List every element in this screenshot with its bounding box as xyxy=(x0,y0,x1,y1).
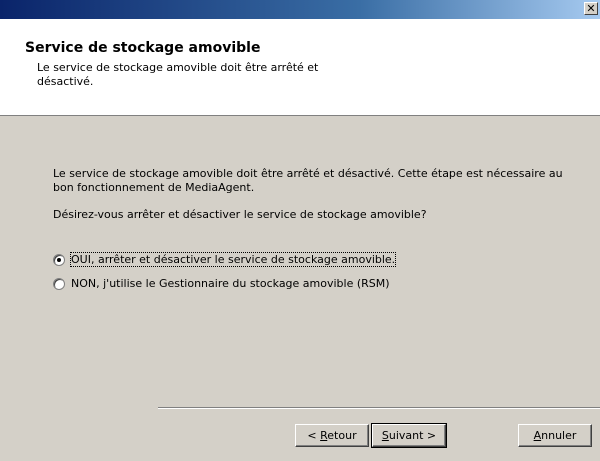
next-button[interactable]: Suivant > xyxy=(371,423,447,448)
radio-button-no[interactable] xyxy=(53,277,65,290)
page-subtitle: Le service de stockage amovible doit êtr… xyxy=(37,61,319,88)
description-line-1: Le service de stockage amovible doit êtr… xyxy=(53,167,563,180)
title-bar: ✕ xyxy=(0,0,600,19)
radio-option-no[interactable]: NON, j'utilise le Gestionnaire du stocka… xyxy=(53,277,390,290)
page-title: Service de stockage amovible xyxy=(25,40,261,56)
radio-label-yes[interactable]: OUI, arrêter et désactiver le service de… xyxy=(69,252,397,267)
radio-button-yes[interactable] xyxy=(53,253,65,266)
radio-option-yes[interactable]: OUI, arrêter et désactiver le service de… xyxy=(53,252,397,267)
cancel-button-label: nnuler xyxy=(541,429,577,442)
cancel-button-accel: A xyxy=(533,429,542,442)
back-button-prefix: < xyxy=(307,429,321,442)
cancel-button[interactable]: Annuler xyxy=(518,424,592,447)
back-button-label: etour xyxy=(327,429,357,442)
next-button-accel: S xyxy=(381,429,389,442)
back-button[interactable]: < Retour xyxy=(295,424,369,447)
next-button-label: uivant > xyxy=(388,429,437,442)
footer-separator xyxy=(158,407,600,409)
question-text: Désirez-vous arrêter et désactiver le se… xyxy=(53,208,427,221)
description-line-2: bon fonctionnement de MediaAgent. xyxy=(53,181,255,194)
radio-label-no[interactable]: NON, j'utilise le Gestionnaire du stocka… xyxy=(71,277,390,290)
close-icon[interactable]: ✕ xyxy=(584,2,598,15)
wizard-header: Service de stockage amovible Le service … xyxy=(0,19,600,116)
